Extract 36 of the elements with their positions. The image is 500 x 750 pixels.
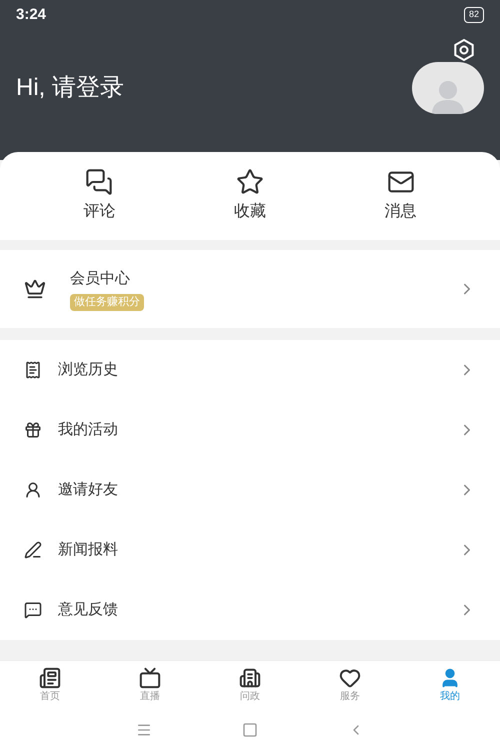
pen-icon xyxy=(24,541,42,559)
star-icon xyxy=(236,168,264,196)
menu-label: 意见反馈 xyxy=(58,600,119,620)
status-time: 3:24 xyxy=(16,4,46,25)
user-icon xyxy=(24,481,42,499)
building-icon xyxy=(239,667,261,689)
menu-item[interactable]: 邀请好友 xyxy=(0,460,500,520)
home-icon[interactable] xyxy=(242,722,258,738)
menu-item[interactable]: 意见反馈 xyxy=(0,580,500,640)
chat-icon xyxy=(85,168,114,196)
tab[interactable]: 我的 xyxy=(420,667,480,704)
action-button[interactable]: 消息 xyxy=(360,168,441,224)
receipt-icon xyxy=(24,361,42,379)
avatar[interactable] xyxy=(412,62,484,114)
battery-level: 82 xyxy=(464,7,484,23)
menu-item[interactable]: 新闻报料 xyxy=(0,520,500,580)
gift-icon xyxy=(24,421,42,439)
newspaper-icon xyxy=(39,667,61,689)
login-prompt[interactable]: Hi, 请登录 xyxy=(16,70,124,106)
heart-icon xyxy=(339,667,361,689)
menu-label: 我的活动 xyxy=(58,420,119,440)
task-badge: 做任务赚积分 xyxy=(70,294,144,310)
tv-icon xyxy=(139,667,161,689)
action-button[interactable]: 收藏 xyxy=(210,168,290,224)
member-title: 会员中心 xyxy=(70,268,131,288)
chat-icon xyxy=(24,601,42,619)
menu-label: 浏览历史 xyxy=(58,360,119,380)
member-row[interactable]: 会员中心 做任务赚积分 xyxy=(0,250,500,328)
action-button[interactable]: 评论 xyxy=(59,168,140,224)
menu-label: 新闻报料 xyxy=(58,540,119,560)
crown-icon xyxy=(24,278,46,300)
menu-item[interactable]: 我的活动 xyxy=(0,400,500,460)
menu-icon[interactable] xyxy=(136,722,152,738)
menu-item[interactable]: 浏览历史 xyxy=(0,340,500,400)
settings-icon[interactable] xyxy=(452,38,476,62)
menu-label: 邀请好友 xyxy=(58,480,119,500)
